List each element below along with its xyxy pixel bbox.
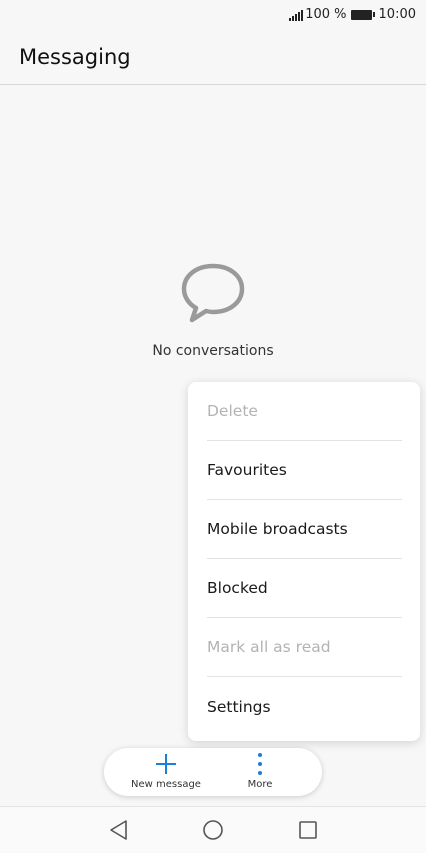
more-label: More	[247, 779, 273, 790]
square-recent-icon[interactable]	[297, 819, 319, 841]
menu-item-mark-all-read[interactable]: Mark all as read	[207, 618, 402, 677]
chat-bubble-icon	[181, 263, 245, 323]
clock: 10:00	[378, 7, 416, 22]
menu-item-label: Mark all as read	[207, 638, 331, 656]
menu-item-favourites[interactable]: Favourites	[207, 441, 402, 500]
empty-state-text: No conversations	[152, 343, 274, 359]
circle-home-icon[interactable]	[202, 819, 224, 841]
menu-item-label: Settings	[207, 697, 271, 716]
menu-item-label: Blocked	[207, 579, 268, 597]
triangle-back-icon[interactable]	[108, 819, 130, 841]
battery-percent: 100 %	[305, 7, 347, 22]
menu-item-mobile-broadcasts[interactable]: Mobile broadcasts	[207, 500, 402, 559]
new-message-button[interactable]: New message	[121, 752, 211, 790]
bottom-toolbar: New message More	[104, 748, 322, 796]
new-message-label: New message	[131, 779, 201, 790]
page-title: Messaging	[19, 45, 131, 69]
menu-item-delete[interactable]: Delete	[207, 382, 402, 441]
system-nav-bar	[0, 806, 426, 853]
plus-icon	[156, 754, 176, 774]
more-vertical-icon	[258, 753, 262, 775]
signal-icon	[289, 9, 304, 21]
menu-item-label: Favourites	[207, 461, 287, 479]
app-bar: Messaging	[0, 30, 426, 85]
more-button[interactable]: More	[215, 752, 305, 790]
overflow-menu: Delete Favourites Mobile broadcasts Bloc…	[188, 382, 420, 741]
menu-item-label: Mobile broadcasts	[207, 520, 348, 538]
menu-item-blocked[interactable]: Blocked	[207, 559, 402, 618]
empty-state: No conversations	[0, 262, 426, 359]
battery-icon	[350, 9, 375, 20]
menu-item-label: Delete	[207, 402, 258, 420]
status-bar: 100 % 10:00	[0, 0, 426, 30]
menu-item-settings[interactable]: Settings	[207, 677, 402, 736]
status-indicators: 100 % 10:00	[289, 7, 416, 22]
